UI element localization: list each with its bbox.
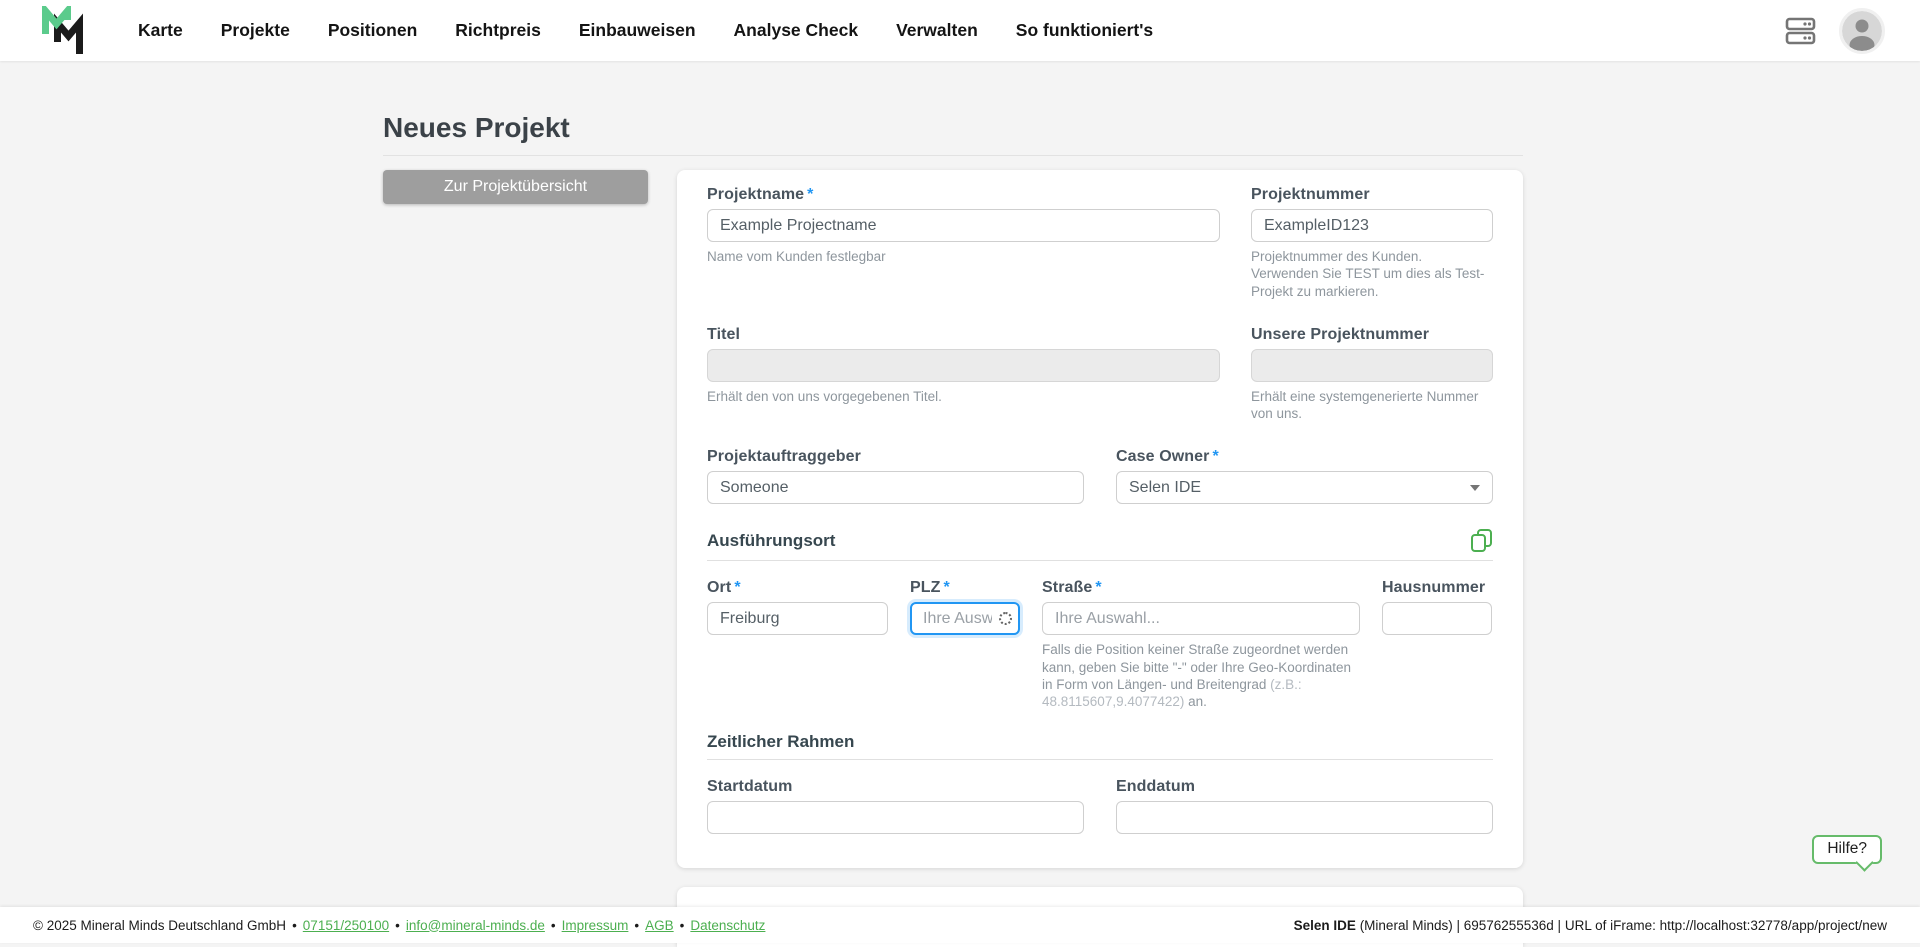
help-button[interactable]: Hilfe? bbox=[1812, 835, 1882, 864]
chevron-down-icon bbox=[1470, 485, 1480, 492]
server-icon[interactable] bbox=[1785, 17, 1816, 45]
nav-item-karte[interactable]: Karte bbox=[138, 20, 183, 41]
ort-label-text: Ort bbox=[707, 579, 732, 597]
field-plz: PLZ * bbox=[910, 579, 1020, 710]
enddatum-input[interactable] bbox=[1116, 801, 1493, 835]
enddatum-label: Enddatum bbox=[1116, 778, 1196, 796]
hausnummer-label: Hausnummer bbox=[1382, 579, 1486, 597]
titel-input bbox=[707, 348, 1220, 382]
logo-m-icon bbox=[42, 5, 83, 54]
navbar-right bbox=[1785, 7, 1885, 54]
section-divider bbox=[707, 560, 1493, 562]
projektauftraggeber-input[interactable] bbox=[707, 471, 1084, 505]
field-enddatum: Enddatum bbox=[1116, 778, 1493, 835]
case-owner-selected-value: Selen IDE bbox=[1129, 478, 1202, 496]
footer-link-datenschutz[interactable]: Datenschutz bbox=[690, 918, 765, 933]
projektnummer-helper: Projektnummer des Kunden. Verwenden Sie … bbox=[1251, 249, 1485, 299]
footer-link-agb[interactable]: AGB bbox=[645, 918, 674, 933]
required-asterisk: * bbox=[1212, 448, 1219, 466]
field-projektauftraggeber: Projektauftraggeber bbox=[707, 448, 1084, 505]
field-startdatum: Startdatum bbox=[707, 778, 1084, 835]
footer: © 2025 Mineral Minds Deutschland GmbH • 07… bbox=[0, 907, 1920, 943]
nav-item-projekte[interactable]: Projekte bbox=[221, 20, 290, 41]
strasse-label: Straße * bbox=[1042, 579, 1360, 597]
strasse-label-text: Straße bbox=[1042, 579, 1093, 597]
field-projektnummer: Projektnummer Projektnummer des Kunden. … bbox=[1251, 186, 1493, 300]
main-nav: Karte Projekte Positionen Richtpreis Ein… bbox=[138, 20, 1153, 41]
unsere-projektnummer-label: Unsere Projektnummer bbox=[1251, 325, 1430, 343]
section-divider bbox=[707, 759, 1493, 761]
project-overview-button[interactable]: Zur Projektübersicht bbox=[383, 170, 648, 204]
section-title-ausfuehrungsort: Ausführungsort bbox=[707, 530, 836, 550]
nav-item-verwalten[interactable]: Verwalten bbox=[896, 20, 978, 41]
projektauftraggeber-label: Projektauftraggeber bbox=[707, 448, 861, 466]
projektname-label-text: Projektname bbox=[707, 186, 805, 203]
field-strasse: Straße* Falls die Position keiner Straße… bbox=[1042, 579, 1360, 710]
field-projektname: Projektname* Name vom Kunden festlegbar bbox=[707, 186, 1220, 300]
field-unsere-projektnummer: Unsere Projektnummer Erhält eine systemg… bbox=[1251, 326, 1493, 423]
footer-right: Selen IDE (Mineral Minds) | 69576255536d… bbox=[1294, 918, 1887, 933]
bullet-separator: • bbox=[634, 917, 640, 933]
projektname-input[interactable] bbox=[707, 209, 1220, 242]
required-asterisk: * bbox=[1095, 579, 1102, 597]
footer-left: © 2025 Mineral Minds Deutschland GmbH • 07… bbox=[33, 918, 765, 933]
startdatum-label: Startdatum bbox=[707, 778, 793, 796]
titel-helper: Erhält den von uns vorgegebenen Titel. bbox=[707, 388, 942, 404]
plz-label: PLZ * bbox=[910, 579, 1020, 597]
case-owner-label: Case Owner * bbox=[1116, 448, 1493, 466]
plz-label-text: PLZ bbox=[910, 579, 941, 597]
copy-icon[interactable] bbox=[1470, 528, 1493, 553]
new-project-form-card: Projektname* Name vom Kunden festlegbar … bbox=[677, 170, 1523, 868]
strasse-helper-main: Falls die Position keiner Straße zugeord… bbox=[1042, 642, 1352, 692]
projektnummer-input[interactable] bbox=[1251, 209, 1493, 242]
section-title-zeitlicher-rahmen: Zeitlicher Rahmen bbox=[707, 732, 855, 752]
field-ort: Ort * bbox=[707, 579, 888, 710]
footer-session-info: (Mineral Minds) | 69576255536d | URL of … bbox=[1355, 917, 1887, 933]
projektname-helper: Name vom Kunden festlegbar bbox=[707, 249, 886, 264]
person-icon bbox=[1849, 19, 1875, 51]
bullet-separator: • bbox=[550, 917, 556, 933]
title-divider bbox=[383, 155, 1523, 156]
nav-item-einbauweisen[interactable]: Einbauweisen bbox=[579, 20, 696, 41]
mineral-minds-logo[interactable] bbox=[40, 5, 88, 56]
projektname-label: Projektname * bbox=[707, 186, 1220, 204]
nav-item-richtpreis[interactable]: Richtpreis bbox=[455, 20, 541, 41]
required-asterisk: * bbox=[943, 579, 950, 597]
nav-item-so-funktionierts[interactable]: So funktioniert's bbox=[1016, 20, 1153, 41]
nav-item-analyse-check[interactable]: Analyse Check bbox=[734, 20, 859, 41]
nav-item-positionen[interactable]: Positionen bbox=[328, 20, 417, 41]
footer-user-name: Selen IDE bbox=[1293, 917, 1356, 933]
footer-link-impressum[interactable]: Impressum bbox=[562, 918, 629, 933]
footer-link-email[interactable]: info@mineral-minds.de bbox=[406, 918, 545, 933]
top-navbar: Karte Projekte Positionen Richtpreis Ein… bbox=[0, 0, 1920, 61]
strasse-helper-suffix: an. bbox=[1184, 694, 1207, 710]
field-case-owner: Case Owner * Selen IDE bbox=[1116, 448, 1493, 505]
unsere-projektnummer-input bbox=[1251, 348, 1493, 382]
required-asterisk: * bbox=[734, 579, 741, 597]
page-title: Neues Projekt bbox=[383, 112, 570, 143]
bullet-separator: • bbox=[679, 917, 685, 933]
ort-label: Ort * bbox=[707, 579, 888, 597]
projektnummer-label: Projektnummer bbox=[1251, 186, 1370, 203]
user-avatar[interactable] bbox=[1839, 7, 1885, 54]
footer-link-phone[interactable]: 07151/250100 bbox=[303, 918, 389, 933]
copyright-text: © 2025 Mineral Minds Deutschland GmbH bbox=[33, 917, 287, 933]
case-owner-label-text: Case Owner bbox=[1116, 448, 1210, 466]
hausnummer-input[interactable] bbox=[1382, 602, 1492, 636]
bullet-separator: • bbox=[292, 917, 297, 933]
startdatum-input[interactable] bbox=[707, 801, 1084, 835]
titel-label: Titel bbox=[707, 325, 741, 343]
ort-input[interactable] bbox=[707, 602, 888, 636]
bullet-separator: • bbox=[395, 917, 400, 933]
field-titel: Titel Erhält den von uns vorgegebenen Ti… bbox=[707, 326, 1220, 423]
strasse-helper: Falls die Position keiner Straße zugeord… bbox=[1042, 641, 1360, 710]
required-asterisk: * bbox=[807, 186, 814, 203]
unsere-projektnummer-helper: Erhält eine systemgenerierte Nummer von … bbox=[1251, 388, 1479, 422]
strasse-input[interactable] bbox=[1042, 602, 1360, 636]
case-owner-select[interactable]: Selen IDE bbox=[1116, 471, 1493, 505]
field-hausnummer: Hausnummer bbox=[1382, 579, 1492, 710]
